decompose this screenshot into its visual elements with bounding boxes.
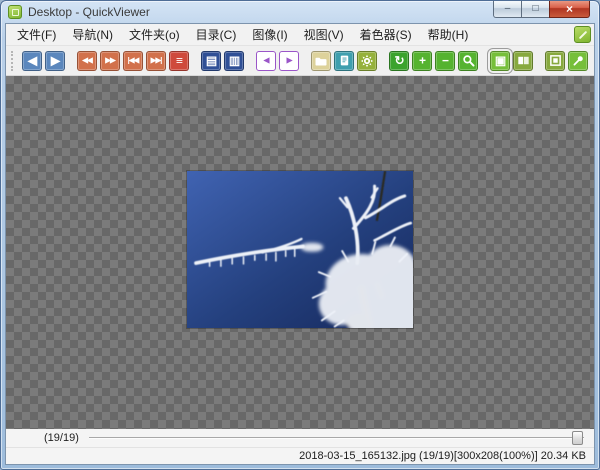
fast-forward-icon[interactable]: ▶▶ [100,50,120,71]
status-bar: 2018-03-15_165132.jpg (19/19)[300x208(10… [6,447,594,464]
frameless-window-icon-glyph [549,55,561,66]
window-controls: – □ × [493,1,590,18]
window-title: Desktop - QuickViewer [28,5,150,19]
quickviewer-window: Desktop - QuickViewer – □ × 文件(F) 导航(N) 文件夹(… [0,0,600,470]
open-folder-icon-glyph [315,57,327,65]
catalog-book-icon-glyph [340,55,348,66]
spread-view-icon-glyph [517,56,529,65]
close-button[interactable]: × [549,1,590,18]
forward-icon[interactable]: ▶ [45,50,65,71]
first-image-icon-glyph: |◀◀ [127,55,140,65]
magnifier-icon-glyph [462,55,474,67]
menu-item-image[interactable]: 图像(I) [244,23,295,46]
back-icon-glyph: ◀ [27,53,37,67]
photo-image[interactable] [187,171,413,328]
menu-item-catalog[interactable]: 目录(C) [188,23,245,46]
window-body: 文件(F) 导航(N) 文件夹(o) 目录(C) 图像(I) 视图(V) 着色器(S) 帮助(… [5,23,595,465]
zoom-out-icon[interactable]: − [435,50,455,71]
catalog-book-icon[interactable] [334,50,354,71]
single-page-icon[interactable]: ▤ [201,50,221,71]
stay-on-top-pin-icon[interactable] [568,50,588,71]
zoom-in-icon[interactable]: + [412,50,432,71]
stay-on-top-pin-icon-glyph [573,56,583,66]
read-left-icon-glyph: ◀ [263,55,270,65]
magnifier-icon[interactable] [458,50,478,71]
frost-branches-photo [187,171,413,328]
refresh-icon-glyph: ↻ [394,53,404,67]
fit-window-icon[interactable]: ▣ [490,50,510,71]
page-counter: (19/19) [44,432,79,444]
forward-icon-glyph: ▶ [50,53,60,67]
dual-page-icon[interactable]: ▥ [224,50,244,71]
first-image-icon[interactable]: |◀◀ [123,50,143,71]
menu-item-navigation[interactable]: 导航(N) [64,23,121,46]
menu-item-shader[interactable]: 着色器(S) [352,23,420,46]
read-right-icon-glyph: ▶ [286,55,293,65]
quick-edit-button[interactable] [574,26,591,43]
app-icon [8,5,22,19]
page-slider-handle[interactable] [572,431,583,445]
back-icon[interactable]: ◀ [22,50,42,71]
pencil-icon [578,30,587,39]
single-page-icon-glyph: ▤ [205,53,217,67]
maximize-button[interactable]: □ [521,1,550,18]
settings-gear-icon[interactable] [357,50,377,71]
menu-bar: 文件(F) 导航(N) 文件夹(o) 目录(C) 图像(I) 视图(V) 着色器(S) 帮助(… [6,24,594,46]
read-left-icon[interactable]: ◀ [256,50,276,71]
last-image-icon[interactable]: ▶▶| [146,50,166,71]
zoom-out-icon-glyph: − [441,53,449,67]
fast-backward-icon[interactable]: ◀◀ [77,50,97,71]
zoom-in-icon-glyph: + [418,53,426,67]
title-bar[interactable]: Desktop - QuickViewer – □ × [1,1,599,23]
page-slider-row: (19/19) [6,429,594,447]
frameless-window-icon[interactable] [545,50,565,71]
viewer-canvas[interactable] [6,76,594,429]
settings-gear-icon-glyph [360,54,374,67]
refresh-icon[interactable]: ↻ [389,50,409,71]
open-folder-icon[interactable] [311,50,331,71]
read-right-icon[interactable]: ▶ [279,50,299,71]
spread-view-icon[interactable] [513,50,533,71]
fit-window-icon-glyph: ▣ [494,53,506,67]
toolbar-drag-handle[interactable] [11,50,16,71]
menu-item-folder[interactable]: 文件夹(o) [121,23,188,46]
menu-item-file[interactable]: 文件(F) [9,23,64,46]
dual-page-icon-glyph: ▥ [228,53,240,67]
fast-forward-icon-glyph: ▶▶ [105,55,116,65]
minimize-button[interactable]: – [493,1,522,18]
last-image-icon-glyph: ▶▶| [150,55,163,65]
page-slider-track[interactable] [88,431,584,445]
menu-item-help[interactable]: 帮助(H) [420,23,477,46]
status-text: 2018-03-15_165132.jpg (19/19)[300x208(10… [299,450,586,462]
menu-item-view[interactable]: 视图(V) [296,23,352,46]
playlist-icon-glyph: ≡ [175,53,183,67]
toolbar: ◀ ▶ ◀◀ ▶▶ |◀◀ ▶▶| ≡ ▤ ▥ ◀ ▶ ↻ + − ▣ [6,46,594,76]
playlist-icon[interactable]: ≡ [169,50,189,71]
fast-backward-icon-glyph: ◀◀ [82,55,93,65]
